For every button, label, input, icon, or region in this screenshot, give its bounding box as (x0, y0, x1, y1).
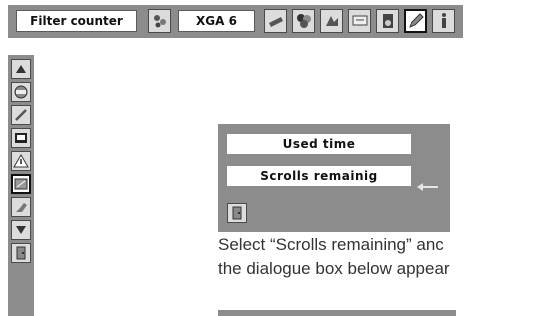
warning-icon[interactable] (11, 151, 31, 171)
scrolls-remaining-field[interactable]: Scrolls remainig (227, 166, 411, 186)
down-arrow-icon[interactable] (11, 220, 31, 240)
reset-icon[interactable] (11, 82, 31, 102)
color-palette-icon[interactable] (292, 9, 315, 33)
image-adjust-icon[interactable] (320, 9, 343, 33)
exit-icon[interactable] (11, 243, 31, 263)
projector-icon[interactable] (264, 9, 287, 33)
dialog-exit-icon[interactable] (227, 203, 247, 223)
sound-icon[interactable] (148, 9, 171, 33)
up-arrow-icon[interactable] (11, 59, 31, 79)
input-mode-display: XGA 6 (178, 10, 255, 32)
left-arrow-icon (417, 183, 438, 191)
info-icon[interactable] (432, 9, 455, 33)
menu-bar: Filter counter XGA 6 (8, 5, 463, 38)
side-menu (8, 55, 34, 316)
next-dialog-edge (218, 310, 456, 316)
instruction-line-1: Select “Scrolls remaining” anc (218, 235, 444, 254)
pen-setting-icon[interactable] (404, 9, 427, 33)
screen-icon[interactable] (11, 128, 31, 148)
filter-counter-icon[interactable] (11, 197, 31, 217)
used-time-field[interactable]: Used time (227, 134, 411, 154)
menu-title: Filter counter (16, 10, 137, 32)
instruction-line-2: the dialogue box below appear (218, 259, 450, 278)
filter-counter-dialog: Used time Scrolls remainig (218, 124, 450, 232)
display-screen-icon[interactable] (348, 9, 371, 33)
filter-icon[interactable] (11, 174, 31, 194)
speaker-icon[interactable] (376, 9, 399, 33)
wrench-icon[interactable] (11, 105, 31, 125)
